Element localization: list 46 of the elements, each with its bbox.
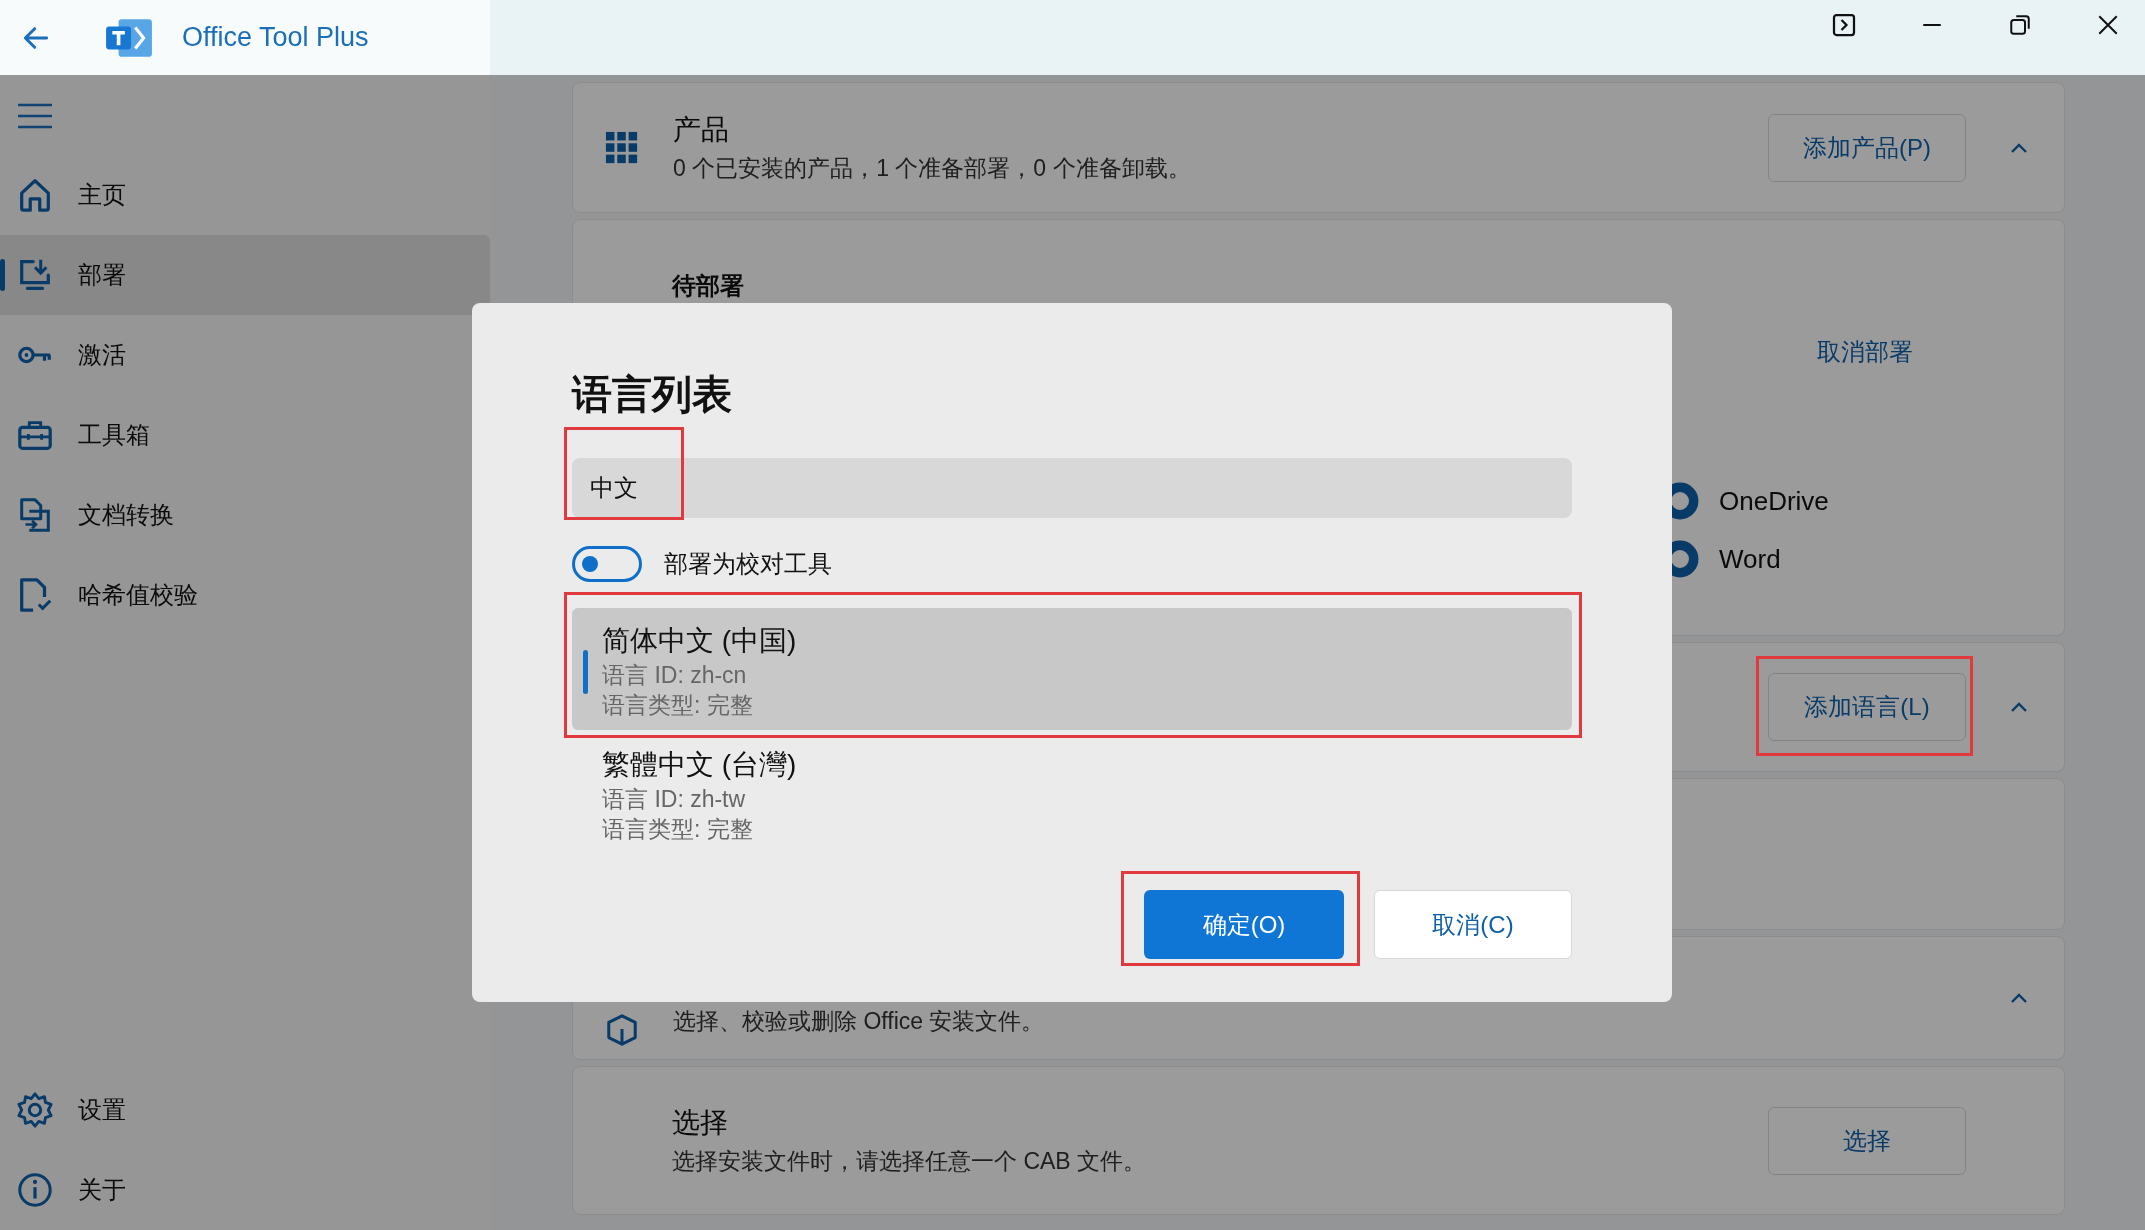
app-name: OneDrive: [1719, 485, 1829, 517]
card-title: 选择: [672, 1106, 729, 1140]
selection-indicator: [583, 650, 588, 694]
card-description: 0 个已安装的产品，1 个准备部署，0 个准备卸载。: [673, 154, 1192, 183]
toggle-switch[interactable]: [572, 546, 642, 582]
nav-item[interactable]: 哈希值校验: [0, 555, 490, 635]
nav-item[interactable]: 设置: [0, 1070, 490, 1150]
nav-item[interactable]: 工具箱: [0, 395, 490, 475]
settings-icon: [16, 1091, 54, 1129]
chevron-icon[interactable]: [2009, 992, 2029, 1004]
add-product-button[interactable]: 添加产品(P): [1768, 113, 1966, 182]
nav-item[interactable]: 主页: [0, 155, 490, 235]
app-name: Word: [1719, 543, 1781, 575]
nav-item[interactable]: 激活: [0, 315, 490, 395]
app-logo-icon: [104, 16, 154, 59]
cancel-deploy-button[interactable]: 取消部署: [1813, 326, 1917, 378]
card-description: 选择、校验或删除 Office 安装文件。: [673, 1007, 1046, 1036]
search-field[interactable]: 中文: [572, 458, 1572, 518]
apps-grid-icon: [605, 130, 639, 165]
language-name: 繁體中文 (台灣): [602, 748, 798, 782]
select-button[interactable]: 选择: [1768, 1106, 1966, 1175]
language-name: 简体中文 (中国): [602, 624, 798, 658]
language-type: 语言类型: 完整: [602, 815, 754, 844]
language-id: 语言 ID: zh-tw: [602, 785, 747, 814]
selection-indicator: [0, 259, 5, 291]
section-heading: 待部署: [672, 271, 744, 301]
menu-icon[interactable]: [17, 103, 53, 129]
box-icon: [605, 1013, 639, 1047]
language-list-item[interactable]: 简体中文 (中国) 语言 ID: zh-cn 语言类型: 完整: [572, 608, 1572, 730]
card-title: 产品: [673, 113, 730, 147]
toggle-label: 部署为校对工具: [664, 549, 832, 579]
info-icon: [16, 1171, 54, 1209]
chevron-icon[interactable]: [2009, 141, 2029, 154]
nav-item[interactable]: 文档转换: [0, 475, 490, 555]
language-id: 语言 ID: zh-cn: [602, 661, 748, 690]
chevron-icon[interactable]: [2009, 701, 2029, 713]
cancel-button[interactable]: 取消(C): [1374, 890, 1572, 959]
ok-button[interactable]: 确定(O): [1144, 890, 1344, 959]
card-description: 选择安装文件时，请选择任意一个 CAB 文件。: [672, 1147, 1148, 1176]
app-title: Office Tool Plus: [182, 22, 369, 53]
add-language-button[interactable]: 添加语言(L): [1768, 673, 1966, 741]
dialog-title: 语言列表: [572, 371, 733, 418]
language-type: 语言类型: 完整: [602, 691, 754, 720]
language-list-item[interactable]: 繁體中文 (台灣) 语言 ID: zh-tw 语言类型: 完整: [572, 732, 1572, 854]
nav-item[interactable]: 部署: [0, 235, 490, 315]
nav-item[interactable]: 关于: [0, 1150, 490, 1230]
